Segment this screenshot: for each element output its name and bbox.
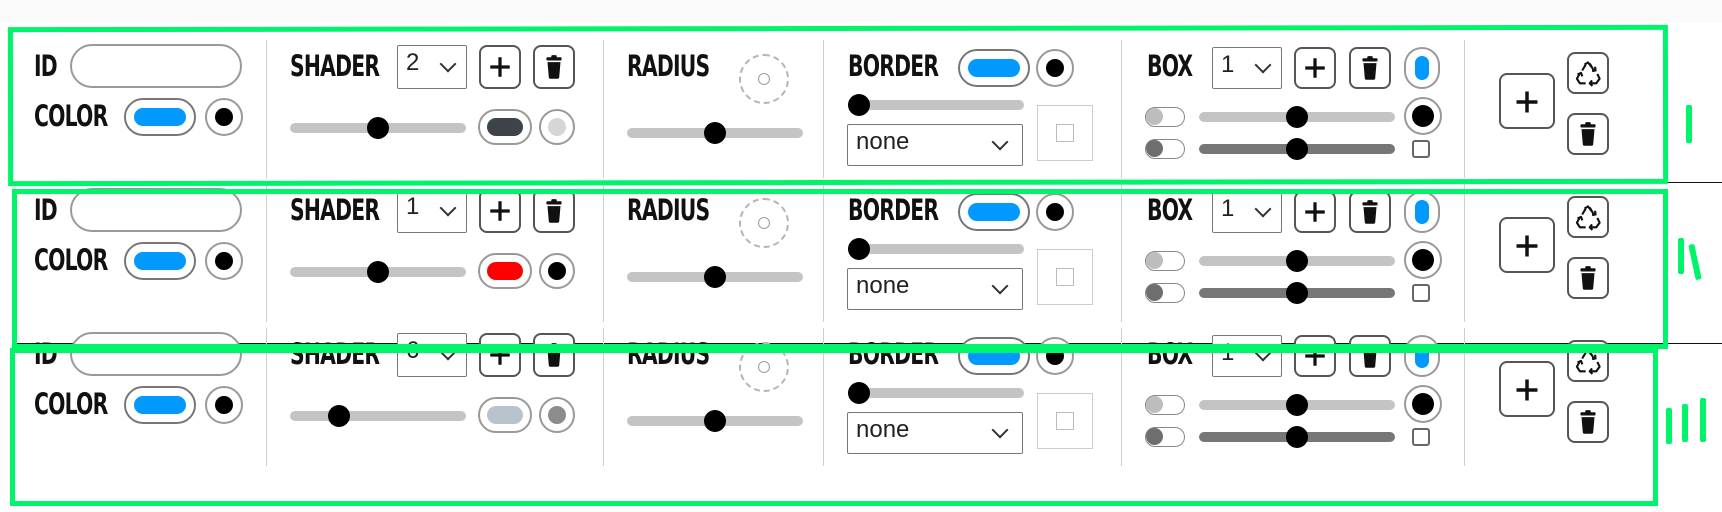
row-marker-3 — [1666, 398, 1722, 444]
row-marker-1 — [1686, 105, 1696, 145]
row-frame — [7, 24, 1669, 187]
top-band — [0, 0, 1722, 22]
row-marker-2 — [1678, 238, 1718, 281]
row-frame — [10, 348, 1658, 506]
row-frame — [12, 189, 1668, 349]
